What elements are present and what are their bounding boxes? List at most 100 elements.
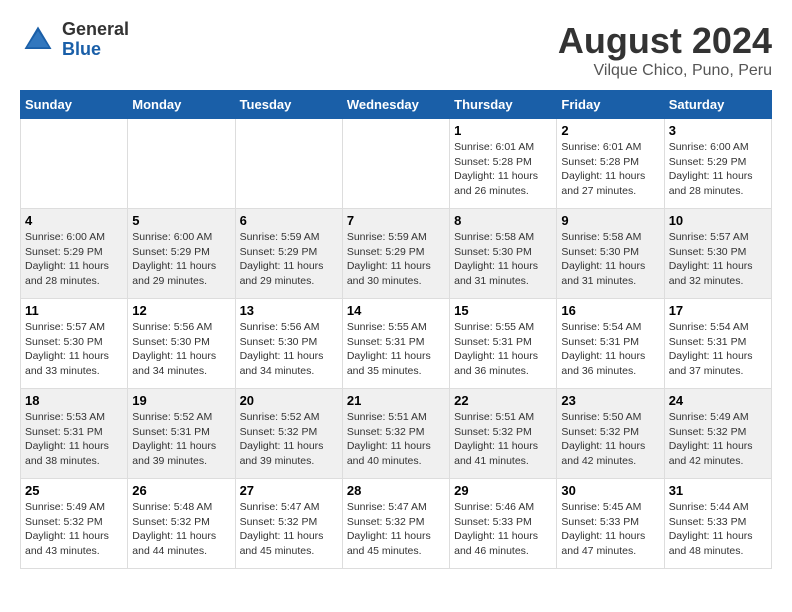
day-number: 24 [669, 393, 767, 408]
calendar-table: SundayMondayTuesdayWednesdayThursdayFrid… [20, 90, 772, 569]
day-number: 11 [25, 303, 123, 318]
calendar-cell: 16 Sunrise: 5:54 AM Sunset: 5:31 PM Dayli… [557, 299, 664, 389]
calendar-cell: 12 Sunrise: 5:56 AM Sunset: 5:30 PM Dayli… [128, 299, 235, 389]
calendar-cell [235, 119, 342, 209]
day-info: Sunrise: 5:46 AM Sunset: 5:33 PM Dayligh… [454, 500, 552, 559]
day-number: 22 [454, 393, 552, 408]
calendar-cell: 3 Sunrise: 6:00 AM Sunset: 5:29 PM Daylig… [664, 119, 771, 209]
day-info: Sunrise: 5:51 AM Sunset: 5:32 PM Dayligh… [454, 410, 552, 469]
calendar-cell: 4 Sunrise: 6:00 AM Sunset: 5:29 PM Daylig… [21, 209, 128, 299]
calendar-cell: 10 Sunrise: 5:57 AM Sunset: 5:30 PM Dayli… [664, 209, 771, 299]
calendar-cell: 26 Sunrise: 5:48 AM Sunset: 5:32 PM Dayli… [128, 479, 235, 569]
day-info: Sunrise: 5:55 AM Sunset: 5:31 PM Dayligh… [454, 320, 552, 379]
logo-icon [20, 22, 56, 58]
calendar-cell: 30 Sunrise: 5:45 AM Sunset: 5:33 PM Dayli… [557, 479, 664, 569]
col-header-saturday: Saturday [664, 91, 771, 119]
day-info: Sunrise: 6:00 AM Sunset: 5:29 PM Dayligh… [132, 230, 230, 289]
day-number: 15 [454, 303, 552, 318]
day-number: 19 [132, 393, 230, 408]
calendar-cell: 24 Sunrise: 5:49 AM Sunset: 5:32 PM Dayli… [664, 389, 771, 479]
day-info: Sunrise: 5:56 AM Sunset: 5:30 PM Dayligh… [132, 320, 230, 379]
day-info: Sunrise: 5:51 AM Sunset: 5:32 PM Dayligh… [347, 410, 445, 469]
day-number: 23 [561, 393, 659, 408]
day-info: Sunrise: 5:53 AM Sunset: 5:31 PM Dayligh… [25, 410, 123, 469]
day-info: Sunrise: 5:58 AM Sunset: 5:30 PM Dayligh… [454, 230, 552, 289]
calendar-cell: 19Sunrise: 5:52 AM Sunset: 5:31 PM Dayli… [128, 389, 235, 479]
calendar-cell: 14 Sunrise: 5:55 AM Sunset: 5:31 PM Dayli… [342, 299, 449, 389]
day-info: Sunrise: 5:55 AM Sunset: 5:31 PM Dayligh… [347, 320, 445, 379]
calendar-cell: 17 Sunrise: 5:54 AM Sunset: 5:31 PM Dayli… [664, 299, 771, 389]
calendar-cell: 29 Sunrise: 5:46 AM Sunset: 5:33 PM Dayli… [450, 479, 557, 569]
day-info: Sunrise: 6:01 AM Sunset: 5:28 PM Dayligh… [454, 140, 552, 199]
day-number: 13 [240, 303, 338, 318]
calendar-cell: 11 Sunrise: 5:57 AM Sunset: 5:30 PM Dayli… [21, 299, 128, 389]
calendar-cell: 6 Sunrise: 5:59 AM Sunset: 5:29 PM Daylig… [235, 209, 342, 299]
day-info: Sunrise: 6:00 AM Sunset: 5:29 PM Dayligh… [669, 140, 767, 199]
day-number: 8 [454, 213, 552, 228]
calendar-cell: 27Sunrise: 5:47 AM Sunset: 5:32 PM Dayli… [235, 479, 342, 569]
calendar-cell: 22 Sunrise: 5:51 AM Sunset: 5:32 PM Dayli… [450, 389, 557, 479]
day-info: Sunrise: 6:01 AM Sunset: 5:28 PM Dayligh… [561, 140, 659, 199]
day-info: Sunrise: 6:00 AM Sunset: 5:29 PM Dayligh… [25, 230, 123, 289]
day-info: Sunrise: 5:52 AM Sunset: 5:32 PM Dayligh… [240, 410, 338, 469]
day-info: Sunrise: 5:54 AM Sunset: 5:31 PM Dayligh… [561, 320, 659, 379]
calendar-week-row: 4 Sunrise: 6:00 AM Sunset: 5:29 PM Daylig… [21, 209, 772, 299]
day-info: Sunrise: 5:57 AM Sunset: 5:30 PM Dayligh… [25, 320, 123, 379]
logo: General Blue [20, 20, 129, 60]
calendar-week-row: 1 Sunrise: 6:01 AM Sunset: 5:28 PM Daylig… [21, 119, 772, 209]
day-info: Sunrise: 5:58 AM Sunset: 5:30 PM Dayligh… [561, 230, 659, 289]
day-number: 6 [240, 213, 338, 228]
calendar-cell: 5 Sunrise: 6:00 AM Sunset: 5:29 PM Daylig… [128, 209, 235, 299]
day-number: 1 [454, 123, 552, 138]
day-number: 20 [240, 393, 338, 408]
calendar-cell: 31Sunrise: 5:44 AM Sunset: 5:33 PM Dayli… [664, 479, 771, 569]
day-info: Sunrise: 5:56 AM Sunset: 5:30 PM Dayligh… [240, 320, 338, 379]
day-number: 12 [132, 303, 230, 318]
calendar-header-row: SundayMondayTuesdayWednesdayThursdayFrid… [21, 91, 772, 119]
day-info: Sunrise: 5:59 AM Sunset: 5:29 PM Dayligh… [240, 230, 338, 289]
day-number: 18 [25, 393, 123, 408]
day-info: Sunrise: 5:54 AM Sunset: 5:31 PM Dayligh… [669, 320, 767, 379]
day-number: 10 [669, 213, 767, 228]
day-number: 2 [561, 123, 659, 138]
day-number: 28 [347, 483, 445, 498]
day-number: 4 [25, 213, 123, 228]
calendar-cell: 1 Sunrise: 6:01 AM Sunset: 5:28 PM Daylig… [450, 119, 557, 209]
calendar-cell: 13 Sunrise: 5:56 AM Sunset: 5:30 PM Dayli… [235, 299, 342, 389]
title-section: August 2024 Vilque Chico, Puno, Peru [558, 20, 772, 80]
calendar-cell: 15 Sunrise: 5:55 AM Sunset: 5:31 PM Dayli… [450, 299, 557, 389]
calendar-week-row: 11 Sunrise: 5:57 AM Sunset: 5:30 PM Dayli… [21, 299, 772, 389]
logo-general-text: General [62, 20, 129, 40]
calendar-cell [342, 119, 449, 209]
day-info: Sunrise: 5:49 AM Sunset: 5:32 PM Dayligh… [669, 410, 767, 469]
page-title: August 2024 [558, 20, 772, 62]
day-info: Sunrise: 5:47 AM Sunset: 5:32 PM Dayligh… [240, 500, 338, 559]
day-number: 16 [561, 303, 659, 318]
calendar-cell: 7Sunrise: 5:59 AM Sunset: 5:29 PM Daylig… [342, 209, 449, 299]
calendar-cell: 18 Sunrise: 5:53 AM Sunset: 5:31 PM Dayli… [21, 389, 128, 479]
col-header-tuesday: Tuesday [235, 91, 342, 119]
day-number: 29 [454, 483, 552, 498]
day-number: 26 [132, 483, 230, 498]
calendar-week-row: 18 Sunrise: 5:53 AM Sunset: 5:31 PM Dayli… [21, 389, 772, 479]
day-info: Sunrise: 5:49 AM Sunset: 5:32 PM Dayligh… [25, 500, 123, 559]
day-info: Sunrise: 5:48 AM Sunset: 5:32 PM Dayligh… [132, 500, 230, 559]
col-header-thursday: Thursday [450, 91, 557, 119]
day-info: Sunrise: 5:57 AM Sunset: 5:30 PM Dayligh… [669, 230, 767, 289]
day-info: Sunrise: 5:59 AM Sunset: 5:29 PM Dayligh… [347, 230, 445, 289]
day-number: 25 [25, 483, 123, 498]
day-number: 30 [561, 483, 659, 498]
day-number: 17 [669, 303, 767, 318]
calendar-cell: 20 Sunrise: 5:52 AM Sunset: 5:32 PM Dayli… [235, 389, 342, 479]
day-number: 5 [132, 213, 230, 228]
day-number: 3 [669, 123, 767, 138]
col-header-monday: Monday [128, 91, 235, 119]
day-number: 9 [561, 213, 659, 228]
col-header-wednesday: Wednesday [342, 91, 449, 119]
calendar-cell: 21Sunrise: 5:51 AM Sunset: 5:32 PM Dayli… [342, 389, 449, 479]
calendar-cell: 28Sunrise: 5:47 AM Sunset: 5:32 PM Dayli… [342, 479, 449, 569]
day-number: 14 [347, 303, 445, 318]
day-info: Sunrise: 5:45 AM Sunset: 5:33 PM Dayligh… [561, 500, 659, 559]
calendar-cell: 9 Sunrise: 5:58 AM Sunset: 5:30 PM Daylig… [557, 209, 664, 299]
page-header: General Blue August 2024 Vilque Chico, P… [20, 20, 772, 80]
